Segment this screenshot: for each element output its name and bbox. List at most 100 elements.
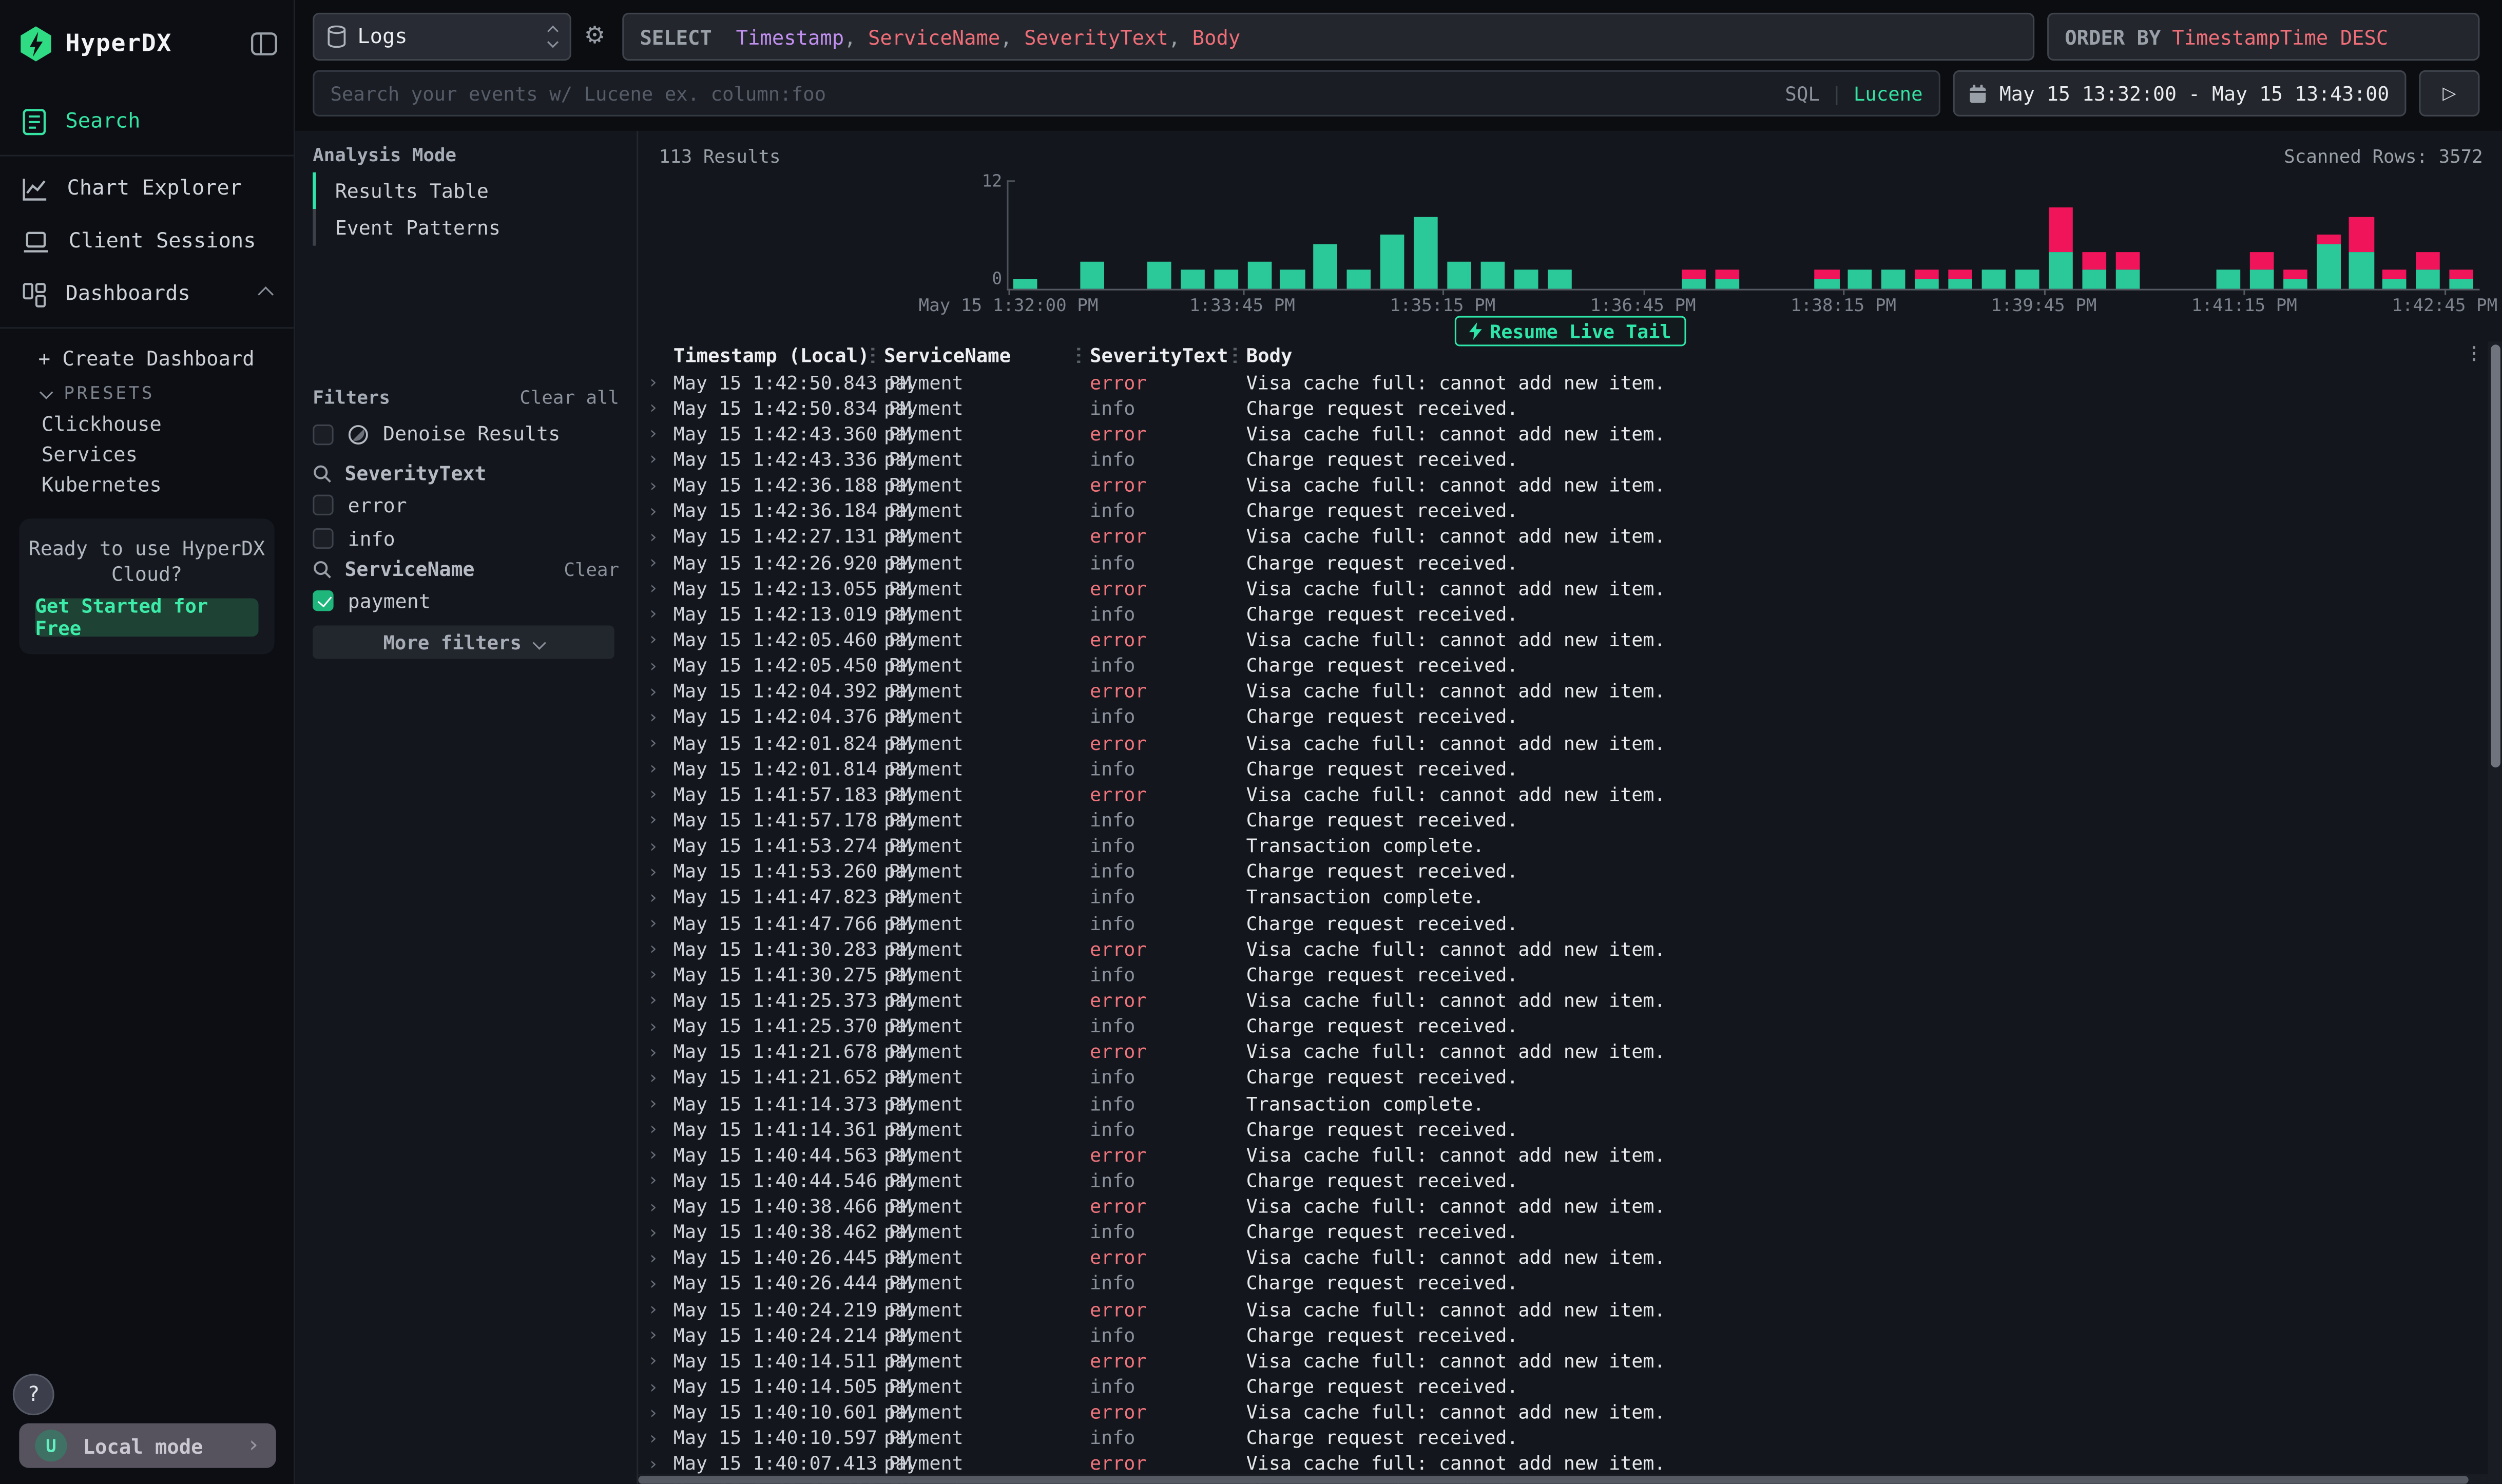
row-expand-chevron-icon[interactable]: ›	[638, 964, 673, 985]
sidebar-item-search[interactable]: Search	[0, 96, 294, 149]
row-expand-chevron-icon[interactable]: ›	[638, 604, 673, 624]
filter-option-info[interactable]: info	[313, 525, 619, 552]
row-expand-chevron-icon[interactable]: ›	[638, 1273, 673, 1294]
table-row[interactable]: ›May 15 1:41:30.283 PMpaymenterrorVisa c…	[638, 936, 2488, 961]
vertical-scrollbar[interactable]	[2488, 341, 2502, 1484]
table-row[interactable]: ›May 15 1:40:38.462 PMpaymentinfoCharge …	[638, 1219, 2488, 1245]
chart-bar[interactable]	[1543, 180, 1576, 288]
row-expand-chevron-icon[interactable]: ›	[638, 1428, 673, 1448]
table-row[interactable]: ›May 15 1:40:10.601 PMpaymenterrorVisa c…	[638, 1399, 2488, 1425]
run-query-button[interactable]: ▷	[2419, 70, 2479, 117]
toggle-lucene[interactable]: Lucene	[1854, 82, 1923, 105]
table-row[interactable]: ›May 15 1:42:36.184 PMpaymentinfoCharge …	[638, 498, 2488, 524]
row-expand-chevron-icon[interactable]: ›	[638, 1351, 673, 1371]
row-expand-chevron-icon[interactable]: ›	[638, 552, 673, 573]
chart-bar[interactable]	[2245, 180, 2278, 288]
row-expand-chevron-icon[interactable]: ›	[638, 1145, 673, 1165]
checkbox-unchecked[interactable]	[313, 528, 333, 549]
filter-group-clear-button[interactable]: Clear	[564, 558, 619, 581]
table-row[interactable]: ›May 15 1:41:47.823 PMpaymentinfoTransac…	[638, 884, 2488, 910]
row-expand-chevron-icon[interactable]: ›	[638, 475, 673, 495]
row-expand-chevron-icon[interactable]: ›	[638, 1093, 673, 1113]
chart-bar[interactable]	[1309, 180, 1342, 288]
chart-bar[interactable]	[1643, 180, 1677, 288]
chart-bar[interactable]	[1209, 180, 1242, 288]
order-by-input[interactable]: ORDER BY TimestampTime DESC	[2047, 13, 2479, 61]
row-expand-chevron-icon[interactable]: ›	[638, 836, 673, 856]
table-row[interactable]: ›May 15 1:40:14.505 PMpaymentinfoCharge …	[638, 1374, 2488, 1399]
chart-bar[interactable]	[1877, 180, 1911, 288]
chart-bar[interactable]	[1610, 180, 1643, 288]
table-row[interactable]: ›May 15 1:42:01.824 PMpaymenterrorVisa c…	[638, 730, 2488, 756]
table-row[interactable]: ›May 15 1:41:14.361 PMpaymentinfoCharge …	[638, 1116, 2488, 1142]
chart-bar[interactable]	[2445, 180, 2478, 288]
table-row[interactable]: ›May 15 1:42:01.814 PMpaymentinfoCharge …	[638, 756, 2488, 781]
table-row[interactable]: ›May 15 1:41:21.678 PMpaymenterrorVisa c…	[638, 1039, 2488, 1065]
table-row[interactable]: ›May 15 1:40:26.445 PMpaymenterrorVisa c…	[638, 1245, 2488, 1270]
row-expand-chevron-icon[interactable]: ›	[638, 1016, 673, 1036]
col-body[interactable]: Body	[1246, 344, 2488, 367]
table-row[interactable]: ›May 15 1:41:25.373 PMpaymenterrorVisa c…	[638, 988, 2488, 1013]
chart-bar[interactable]	[2211, 180, 2244, 288]
chart-bar[interactable]	[2044, 180, 2077, 288]
table-row[interactable]: ›May 15 1:41:53.260 PMpaymentinfoCharge …	[638, 859, 2488, 884]
chart-bar[interactable]	[1743, 180, 1777, 288]
row-expand-chevron-icon[interactable]: ›	[638, 449, 673, 470]
select-query-input[interactable]: SELECT Timestamp, ServiceName, SeverityT…	[622, 13, 2034, 61]
col-severitytext[interactable]: SeverityText	[1090, 344, 1246, 367]
sidebar-item-dashboards[interactable]: Dashboards	[0, 268, 294, 321]
chart-bar[interactable]	[2178, 180, 2211, 288]
table-row[interactable]: ›May 15 1:42:26.920 PMpaymentinfoCharge …	[638, 550, 2488, 575]
row-expand-chevron-icon[interactable]: ›	[638, 372, 673, 392]
source-settings-gear-icon[interactable]: ⚙	[584, 21, 606, 49]
denoise-results-option[interactable]: Denoise Results	[313, 423, 560, 446]
table-row[interactable]: ›May 15 1:42:04.376 PMpaymentinfoCharge …	[638, 704, 2488, 730]
chart-bar[interactable]	[1242, 180, 1276, 288]
sidebar-item-client-sessions[interactable]: Client Sessions	[0, 216, 294, 268]
table-row[interactable]: ›May 15 1:42:50.843 PMpaymenterrorVisa c…	[638, 370, 2488, 395]
table-row[interactable]: ›May 15 1:41:21.652 PMpaymentinfoCharge …	[638, 1065, 2488, 1090]
filter-option-payment[interactable]: payment	[313, 587, 619, 614]
chart-bar[interactable]	[1977, 180, 2011, 288]
horizontal-scrollbar[interactable]	[638, 1474, 2488, 1484]
row-expand-chevron-icon[interactable]: ›	[638, 758, 673, 779]
row-expand-chevron-icon[interactable]: ›	[638, 810, 673, 830]
table-row[interactable]: ›May 15 1:42:43.336 PMpaymentinfoCharge …	[638, 447, 2488, 472]
row-expand-chevron-icon[interactable]: ›	[638, 938, 673, 959]
help-button[interactable]: ?	[13, 1374, 54, 1415]
denoise-checkbox[interactable]	[313, 423, 333, 444]
table-row[interactable]: ›May 15 1:42:50.834 PMpaymentinfoCharge …	[638, 395, 2488, 421]
create-dashboard-button[interactable]: + Create Dashboard	[0, 338, 294, 377]
chart-bar[interactable]	[1510, 180, 1543, 288]
chart-bar[interactable]	[2412, 180, 2445, 288]
chart-bar[interactable]	[1810, 180, 1843, 288]
table-row[interactable]: ›May 15 1:41:25.370 PMpaymentinfoCharge …	[638, 1013, 2488, 1039]
chart-bar[interactable]	[1944, 180, 1977, 288]
table-row[interactable]: ›May 15 1:41:57.178 PMpaymentinfoCharge …	[638, 807, 2488, 833]
row-expand-chevron-icon[interactable]: ›	[638, 1222, 673, 1242]
chart-bar[interactable]	[1075, 180, 1109, 288]
chart-bar[interactable]	[2111, 180, 2144, 288]
row-expand-chevron-icon[interactable]: ›	[638, 913, 673, 933]
chart-bar[interactable]	[1009, 180, 1042, 288]
search-input[interactable]: Search your events w/ Lucene ex. column:…	[313, 70, 1940, 117]
chart-bar[interactable]	[1576, 180, 1610, 288]
row-expand-chevron-icon[interactable]: ›	[638, 681, 673, 702]
row-expand-chevron-icon[interactable]: ›	[638, 578, 673, 599]
checkbox-unchecked[interactable]	[313, 495, 333, 515]
chart-bar[interactable]	[1376, 180, 1409, 288]
column-resize-handle[interactable]	[1234, 347, 1237, 363]
table-row[interactable]: ›May 15 1:42:27.131 PMpaymenterrorVisa c…	[638, 524, 2488, 550]
row-expand-chevron-icon[interactable]: ›	[638, 1454, 673, 1474]
column-resize-handle[interactable]	[871, 347, 874, 363]
table-row[interactable]: ›May 15 1:40:24.214 PMpaymentinfoCharge …	[638, 1322, 2488, 1348]
toggle-sql[interactable]: SQL	[1785, 82, 1819, 105]
chart-bar[interactable]	[1443, 180, 1476, 288]
table-row[interactable]: ›May 15 1:41:53.274 PMpaymentinfoTransac…	[638, 833, 2488, 859]
row-expand-chevron-icon[interactable]: ›	[638, 733, 673, 753]
row-expand-chevron-icon[interactable]: ›	[638, 1299, 673, 1320]
checkbox-checked[interactable]	[313, 590, 333, 611]
table-row[interactable]: ›May 15 1:42:04.392 PMpaymenterrorVisa c…	[638, 679, 2488, 704]
horizontal-scrollbar-thumb[interactable]	[638, 1475, 2469, 1483]
time-range-picker[interactable]: May 15 13:32:00 - May 15 13:43:00	[1953, 70, 2407, 117]
